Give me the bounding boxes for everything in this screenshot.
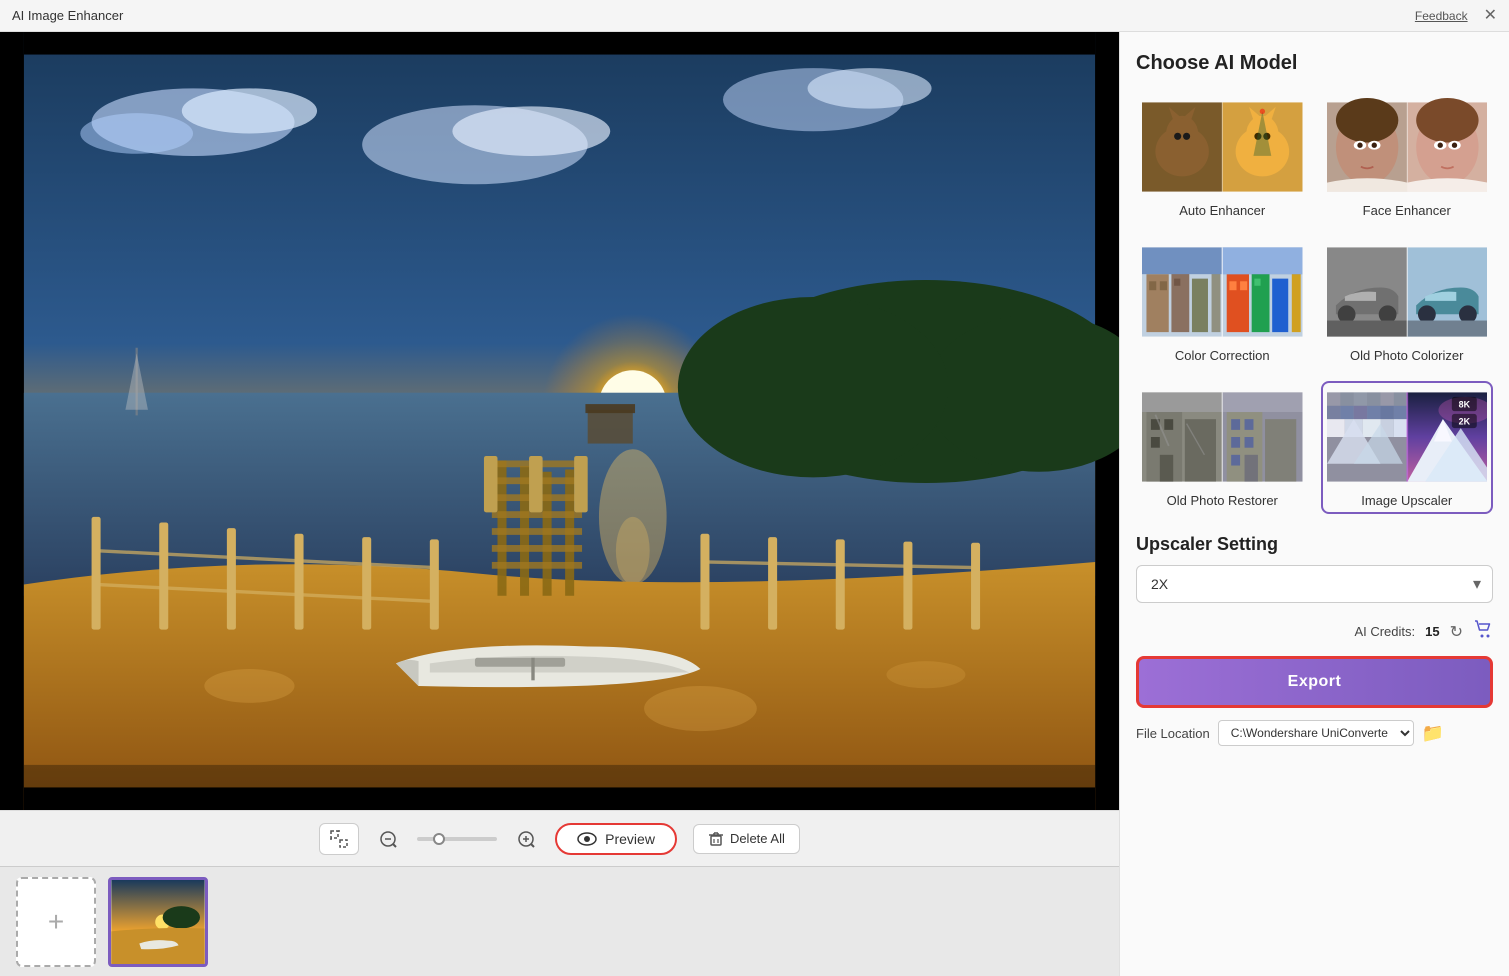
model-image-auto-enhancer: [1142, 97, 1303, 197]
delete-all-label: Delete All: [730, 831, 785, 846]
plus-icon: +: [48, 906, 64, 938]
upscaler-select-wrapper: 2X 4X 8X: [1136, 565, 1493, 603]
zoom-in-button[interactable]: [513, 826, 539, 852]
main-image: [0, 32, 1119, 810]
thumbnail-image: [111, 880, 205, 964]
select-tool-button[interactable]: [319, 823, 359, 855]
zoom-out-icon: [379, 830, 397, 848]
app-title: AI Image Enhancer: [12, 8, 123, 23]
model-image-color-correction: [1142, 242, 1303, 342]
credits-label: AI Credits:: [1354, 624, 1415, 639]
model-image-old-photo-colorizer: [1327, 242, 1488, 342]
choose-model-title: Choose AI Model: [1136, 52, 1493, 75]
zoom-out-button[interactable]: [375, 826, 401, 852]
model-card-image-upscaler[interactable]: 8K 2K Image Upscaler: [1321, 381, 1494, 514]
upscaler-section: Upscaler Setting 2X 4X 8X: [1136, 534, 1493, 603]
open-folder-button[interactable]: 📁: [1422, 723, 1444, 744]
model-image-image-upscaler: 8K 2K: [1327, 387, 1488, 487]
left-panel: Preview Delete All +: [0, 32, 1119, 976]
model-card-auto-enhancer[interactable]: Auto Enhancer: [1136, 91, 1309, 224]
export-button[interactable]: Export: [1136, 656, 1493, 708]
model-label-image-upscaler: Image Upscaler: [1361, 493, 1452, 508]
model-card-color-correction[interactable]: Color Correction: [1136, 236, 1309, 369]
preview-button[interactable]: Preview: [555, 823, 677, 855]
trash-icon: [708, 831, 724, 847]
delete-all-button[interactable]: Delete All: [693, 824, 800, 854]
title-bar: AI Image Enhancer Feedback ✕: [0, 0, 1509, 32]
eye-icon: [577, 832, 597, 846]
model-label-color-correction: Color Correction: [1175, 348, 1270, 363]
main-layout: Preview Delete All +: [0, 32, 1509, 976]
select-icon: [330, 830, 348, 848]
thumbnail-strip: +: [0, 866, 1119, 976]
file-location-label: File Location: [1136, 726, 1210, 741]
title-bar-controls: Feedback ✕: [1415, 8, 1497, 24]
refresh-credits-button[interactable]: ↻: [1450, 622, 1463, 642]
model-card-face-enhancer[interactable]: Face Enhancer: [1321, 91, 1494, 224]
model-card-old-photo-restorer[interactable]: Old Photo Restorer: [1136, 381, 1309, 514]
file-location-row: File Location C:\Wondershare UniConverte…: [1136, 720, 1493, 746]
model-label-old-photo-restorer: Old Photo Restorer: [1167, 493, 1278, 508]
add-image-button[interactable]: +: [16, 877, 96, 967]
thumbnail-item[interactable]: [108, 877, 208, 967]
cart-icon: [1473, 619, 1493, 639]
close-button[interactable]: ✕: [1484, 8, 1497, 24]
credits-row: AI Credits: 15 ↻: [1136, 619, 1493, 644]
model-label-face-enhancer: Face Enhancer: [1363, 203, 1451, 218]
model-label-old-photo-colorizer: Old Photo Colorizer: [1350, 348, 1463, 363]
image-viewer: [0, 32, 1119, 810]
preview-label: Preview: [605, 831, 655, 847]
file-path-select[interactable]: C:\Wondershare UniConverte: [1218, 720, 1414, 746]
zoom-in-icon: [517, 830, 535, 848]
model-grid: Auto Enhancer: [1136, 91, 1493, 514]
model-label-auto-enhancer: Auto Enhancer: [1179, 203, 1265, 218]
svg-text:8K: 8K: [1458, 400, 1470, 410]
feedback-link[interactable]: Feedback: [1415, 9, 1468, 23]
upscaler-title: Upscaler Setting: [1136, 534, 1493, 555]
export-label: Export: [1288, 673, 1342, 690]
model-image-old-photo-restorer: [1142, 387, 1303, 487]
svg-text:2K: 2K: [1458, 417, 1470, 427]
model-image-face-enhancer: [1327, 97, 1488, 197]
toolbar: Preview Delete All: [0, 810, 1119, 866]
right-panel: Choose AI Model: [1119, 32, 1509, 976]
buy-credits-button[interactable]: [1473, 619, 1493, 644]
zoom-slider[interactable]: [417, 837, 497, 841]
model-card-old-photo-colorizer[interactable]: Old Photo Colorizer: [1321, 236, 1494, 369]
choose-model-section: Choose AI Model: [1136, 52, 1493, 534]
credits-count: 15: [1425, 624, 1439, 639]
upscaler-select[interactable]: 2X 4X 8X: [1136, 565, 1493, 603]
